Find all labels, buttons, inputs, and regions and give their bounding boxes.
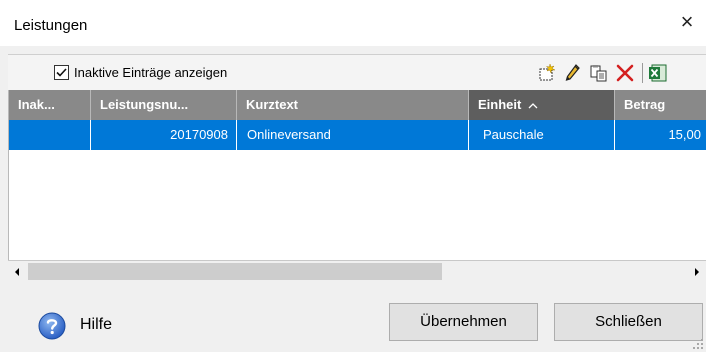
toolbar-icons xyxy=(536,60,673,86)
cell-leistungsnummer: 20170908 xyxy=(91,120,237,150)
help-label[interactable]: Hilfe xyxy=(80,316,112,334)
checkmark-icon xyxy=(56,68,67,77)
table-row[interactable]: 20170908 Onlineversand Pauschale 15,00 xyxy=(9,120,706,150)
toolbar: Inaktive Einträge anzeigen xyxy=(8,54,706,92)
close-button[interactable]: Schließen xyxy=(554,303,703,341)
column-header-label: Leistungsnu... xyxy=(100,97,189,112)
sort-ascending-icon xyxy=(528,102,538,109)
scroll-left-icon[interactable] xyxy=(8,261,26,283)
inactive-entries-label[interactable]: Inaktive Einträge anzeigen xyxy=(74,65,227,80)
title-bar: Leistungen × xyxy=(0,0,706,46)
column-header-inaktiv[interactable]: Inak... xyxy=(9,90,91,120)
window-title: Leistungen xyxy=(14,17,88,34)
column-header-kurztext[interactable]: Kurztext xyxy=(237,90,469,120)
dialog-footer: Hilfe Übernehmen Schließen xyxy=(0,283,706,352)
delete-icon[interactable] xyxy=(614,62,636,84)
column-header-einheit[interactable]: Einheit xyxy=(469,90,615,120)
column-header-label: Kurztext xyxy=(246,97,299,112)
new-entry-icon[interactable] xyxy=(536,62,558,84)
column-header-leistungsnummer[interactable]: Leistungsnu... xyxy=(91,90,237,120)
edit-pencil-icon[interactable] xyxy=(562,62,584,84)
close-icon[interactable]: × xyxy=(676,10,698,34)
column-header-label: Inak... xyxy=(18,97,55,112)
excel-export-icon[interactable] xyxy=(647,62,669,84)
cell-betrag: 15,00 xyxy=(668,127,701,142)
cell-kurztext: Onlineversand xyxy=(237,120,469,150)
column-header-label: Betrag xyxy=(624,97,666,112)
copy-icon[interactable] xyxy=(588,62,610,84)
horizontal-scrollbar[interactable] xyxy=(8,260,706,283)
cell-einheit: Pauschale xyxy=(469,120,615,150)
cell-inaktiv xyxy=(9,120,91,150)
inactive-entries-checkbox[interactable] xyxy=(54,65,69,80)
toolbar-separator xyxy=(642,63,643,83)
table-header: Inak... Leistungsnu... Kurztext Einheit … xyxy=(9,90,706,120)
scrollbar-thumb[interactable] xyxy=(28,263,442,280)
help-icon[interactable] xyxy=(38,312,66,340)
dialog-window: Leistungen × Inaktive Einträge anzeigen xyxy=(0,0,706,352)
resize-grip-icon[interactable] xyxy=(692,338,704,350)
services-table: Inak... Leistungsnu... Kurztext Einheit … xyxy=(8,90,706,260)
column-header-betrag[interactable]: Betrag xyxy=(615,90,706,120)
scroll-right-icon[interactable] xyxy=(688,261,706,283)
apply-button[interactable]: Übernehmen xyxy=(389,303,538,341)
column-header-label: Einheit xyxy=(478,97,522,112)
